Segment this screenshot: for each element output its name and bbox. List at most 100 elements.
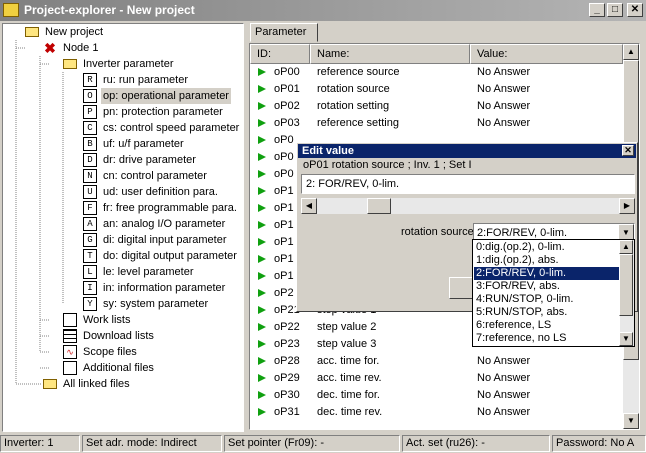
row-id: oP23 bbox=[274, 338, 300, 350]
combo-value: 2:FOR/REV, 0-lim. bbox=[477, 227, 568, 239]
status-set-pointer: Set pointer (Fr09): - bbox=[224, 435, 400, 452]
row-id: oP03 bbox=[274, 117, 300, 129]
table-row[interactable]: oP31 dec. time rev. No Answer bbox=[250, 404, 623, 421]
dropdown-scroll-thumb[interactable] bbox=[619, 254, 633, 316]
row-id: oP0 bbox=[274, 168, 294, 180]
dropdown-scrollbar[interactable]: ▲ ▼ bbox=[619, 240, 634, 346]
param-group-label: op: operational parameter bbox=[101, 88, 231, 104]
disconnected-x-icon: ✖ bbox=[44, 40, 56, 56]
row-value: No Answer bbox=[477, 389, 531, 401]
dialog-close-button[interactable]: ✕ bbox=[622, 145, 634, 156]
play-arrow-icon bbox=[258, 102, 266, 110]
param-group-label: di: digital input parameter bbox=[103, 234, 227, 246]
scroll-right-icon[interactable]: ▶ bbox=[619, 198, 635, 214]
dropdown-option[interactable]: 6:reference, LS bbox=[474, 319, 620, 332]
row-id: oP1 bbox=[274, 236, 294, 248]
rotation-source-dropdown[interactable]: 0:dig.(op.2), 0-lim. 1:dig.(op.2), abs. 2:… bbox=[472, 239, 635, 347]
status-password: Password: No A bbox=[552, 435, 646, 452]
header-value[interactable]: Value: bbox=[470, 44, 623, 64]
table-row[interactable]: oP03 reference setting No Answer bbox=[250, 115, 623, 132]
row-name: reference setting bbox=[317, 117, 399, 129]
scroll-down-icon[interactable]: ▼ bbox=[623, 413, 639, 429]
window-titlebar[interactable]: Project-explorer - New project _ □ ✕ bbox=[0, 0, 646, 21]
scroll-left-icon[interactable]: ◀ bbox=[301, 198, 317, 214]
header-id[interactable]: ID: bbox=[250, 44, 310, 64]
row-name: rotation source bbox=[317, 83, 390, 95]
row-id: oP1 bbox=[274, 253, 294, 265]
scroll-up-icon[interactable]: ▲ bbox=[623, 44, 639, 60]
scope-icon: ∿ bbox=[63, 345, 77, 359]
maximize-button[interactable]: □ bbox=[607, 3, 623, 17]
row-id: oP22 bbox=[274, 321, 300, 333]
dropdown-option[interactable]: 1:dig.(op.2), abs. bbox=[474, 254, 620, 267]
folder-icon bbox=[25, 27, 39, 37]
status-inverter: Inverter: 1 bbox=[0, 435, 80, 452]
value-slider[interactable]: ◀ ▶ bbox=[301, 198, 635, 214]
table-row[interactable]: oP29 acc. time rev. No Answer bbox=[250, 370, 623, 387]
dialog-title: Edit value bbox=[302, 145, 354, 157]
parameter-group-icon: B bbox=[83, 137, 97, 151]
param-group-label: pn: protection parameter bbox=[103, 106, 223, 118]
row-id: oP1 bbox=[274, 202, 294, 214]
dropdown-option[interactable]: 3:FOR/REV, abs. bbox=[474, 280, 620, 293]
row-name: reference source bbox=[317, 66, 400, 78]
parameter-group-icon: I bbox=[83, 281, 97, 295]
slider-thumb[interactable] bbox=[367, 198, 391, 214]
play-arrow-icon bbox=[258, 221, 266, 229]
download-list-icon bbox=[63, 329, 77, 343]
row-name: dec. time for. bbox=[317, 389, 380, 401]
play-arrow-icon bbox=[258, 153, 266, 161]
row-id: oP0 bbox=[274, 151, 294, 163]
parameter-group-icon: P bbox=[83, 105, 97, 119]
play-arrow-icon bbox=[258, 323, 266, 331]
play-arrow-icon bbox=[258, 391, 266, 399]
play-arrow-icon bbox=[258, 187, 266, 195]
dialog-titlebar[interactable]: Edit value ✕ bbox=[298, 144, 636, 158]
play-arrow-icon bbox=[258, 136, 266, 144]
parameter-group-icon: A bbox=[83, 217, 97, 231]
parameter-group-icon: F bbox=[83, 201, 97, 215]
row-id: oP1 bbox=[274, 219, 294, 231]
param-group-label: cs: control speed parameter bbox=[103, 122, 240, 134]
table-row[interactable]: oP01 rotation source No Answer bbox=[250, 81, 623, 98]
parameter-group-icon: R bbox=[83, 73, 97, 87]
row-id: oP30 bbox=[274, 389, 300, 401]
dropdown-option[interactable]: 4:RUN/STOP, 0-lim. bbox=[474, 293, 620, 306]
value-field[interactable]: 2: FOR/REV, 0-lim. bbox=[301, 174, 635, 194]
dropdown-option[interactable]: 7:reference, no LS bbox=[474, 332, 620, 345]
param-group-label: uf: u/f parameter bbox=[103, 138, 184, 150]
table-row[interactable]: oP00 reference source No Answer bbox=[250, 64, 623, 81]
play-arrow-icon bbox=[258, 408, 266, 416]
folder-icon bbox=[43, 379, 57, 389]
row-id: oP0 bbox=[274, 134, 294, 146]
close-button[interactable]: ✕ bbox=[627, 3, 643, 17]
play-arrow-icon bbox=[258, 306, 266, 314]
row-name: acc. time for. bbox=[317, 355, 380, 367]
dropdown-option[interactable]: 0:dig.(op.2), 0-lim. bbox=[474, 241, 620, 254]
row-id: oP01 bbox=[274, 83, 300, 95]
scroll-up-icon[interactable]: ▲ bbox=[619, 240, 633, 254]
play-arrow-icon bbox=[258, 357, 266, 365]
row-id: oP1 bbox=[274, 270, 294, 282]
minimize-button[interactable]: _ bbox=[589, 3, 605, 17]
param-group-label: do: digital output parameter bbox=[103, 250, 237, 262]
dropdown-option[interactable]: 5:RUN/STOP, abs. bbox=[474, 306, 620, 319]
scroll-down-icon[interactable]: ▼ bbox=[619, 332, 633, 346]
table-row[interactable]: oP28 acc. time for. No Answer bbox=[250, 353, 623, 370]
parameter-group-icon: N bbox=[83, 169, 97, 183]
row-value: No Answer bbox=[477, 100, 531, 112]
play-arrow-icon bbox=[258, 119, 266, 127]
table-row[interactable]: oP02 rotation setting No Answer bbox=[250, 98, 623, 115]
header-name[interactable]: Name: bbox=[310, 44, 470, 64]
tab-parameter-list[interactable]: Parameter list bbox=[250, 23, 318, 55]
row-id: oP29 bbox=[274, 372, 300, 384]
row-value: No Answer bbox=[477, 406, 531, 418]
dropdown-option[interactable]: 2:FOR/REV, 0-lim. bbox=[474, 267, 620, 280]
table-row[interactable]: oP30 dec. time for. No Answer bbox=[250, 387, 623, 404]
param-group-label: fr: free programmable para. bbox=[103, 202, 237, 214]
play-arrow-icon bbox=[258, 255, 266, 263]
row-name: step value 2 bbox=[317, 321, 377, 333]
project-tree[interactable]: New project ✖ Node 1 Inverter parameter … bbox=[2, 23, 244, 432]
row-id: oP00 bbox=[274, 66, 300, 78]
folder-icon bbox=[63, 59, 77, 69]
